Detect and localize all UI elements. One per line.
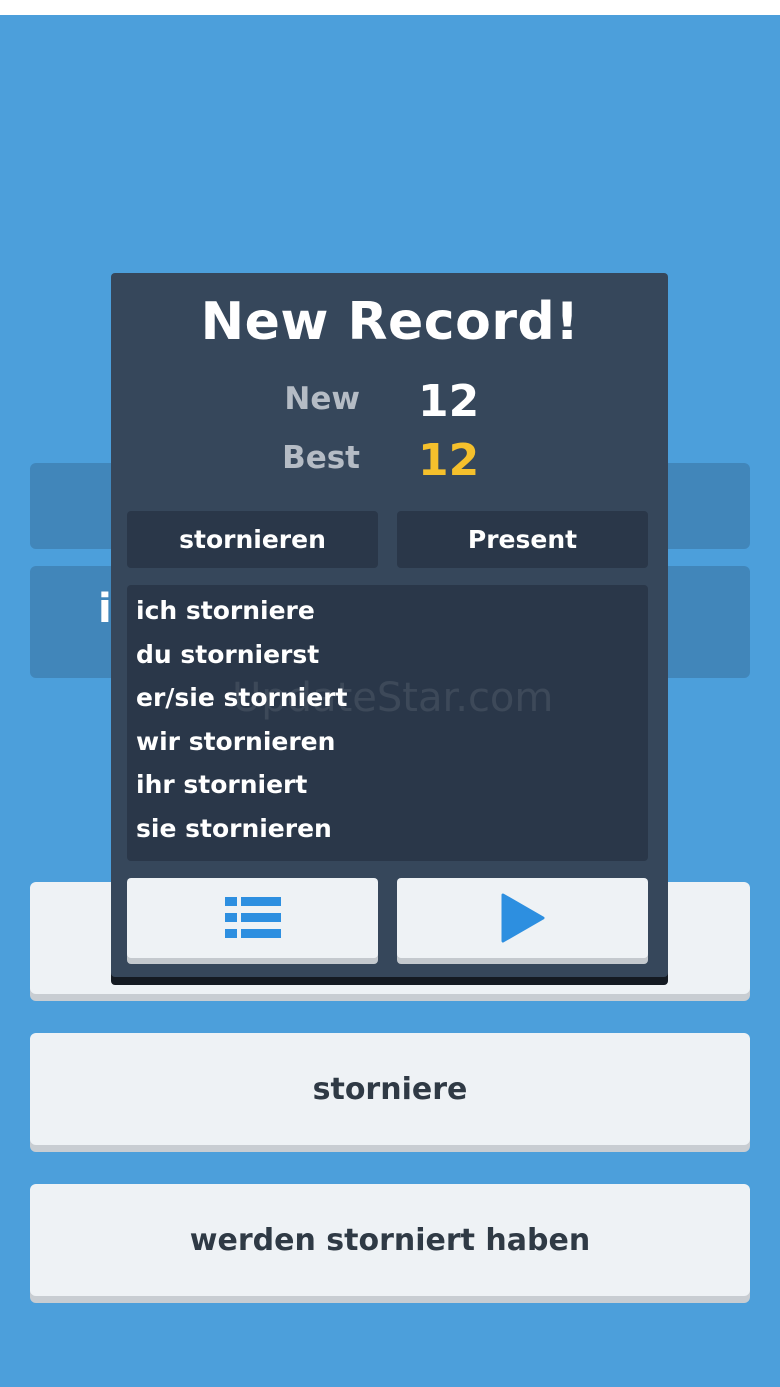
list-icon [224, 897, 281, 938]
conjugation-line: sie stornieren [136, 814, 332, 843]
conjugation-line: ich storniere [136, 596, 315, 625]
conjugation-line: du stornierst [136, 640, 320, 669]
conjugation-list: ich storniere du stornierst er/sie storn… [127, 585, 648, 861]
prompt-text: i [98, 586, 112, 632]
dialog-title: New Record! [200, 292, 580, 352]
play-button[interactable] [397, 878, 648, 958]
best-score-label: Best [282, 440, 360, 476]
conjugation-line: wir stornieren [136, 727, 336, 756]
answer-option-2[interactable]: storniere [30, 1033, 750, 1145]
new-score-value: 12 [418, 376, 480, 427]
verb-chip: stornieren [127, 511, 378, 568]
answer-option-3[interactable]: werden storniert haben [30, 1184, 750, 1296]
status-bar [0, 0, 780, 15]
word-list-button[interactable] [127, 878, 378, 958]
new-score-label: New [284, 381, 360, 417]
tense-chip: Present [397, 511, 648, 568]
best-score-value: 12 [418, 435, 480, 486]
play-icon [501, 893, 544, 943]
watermark: UpdateStar.com [232, 675, 554, 721]
conjugation-line: ihr storniert [136, 770, 308, 799]
